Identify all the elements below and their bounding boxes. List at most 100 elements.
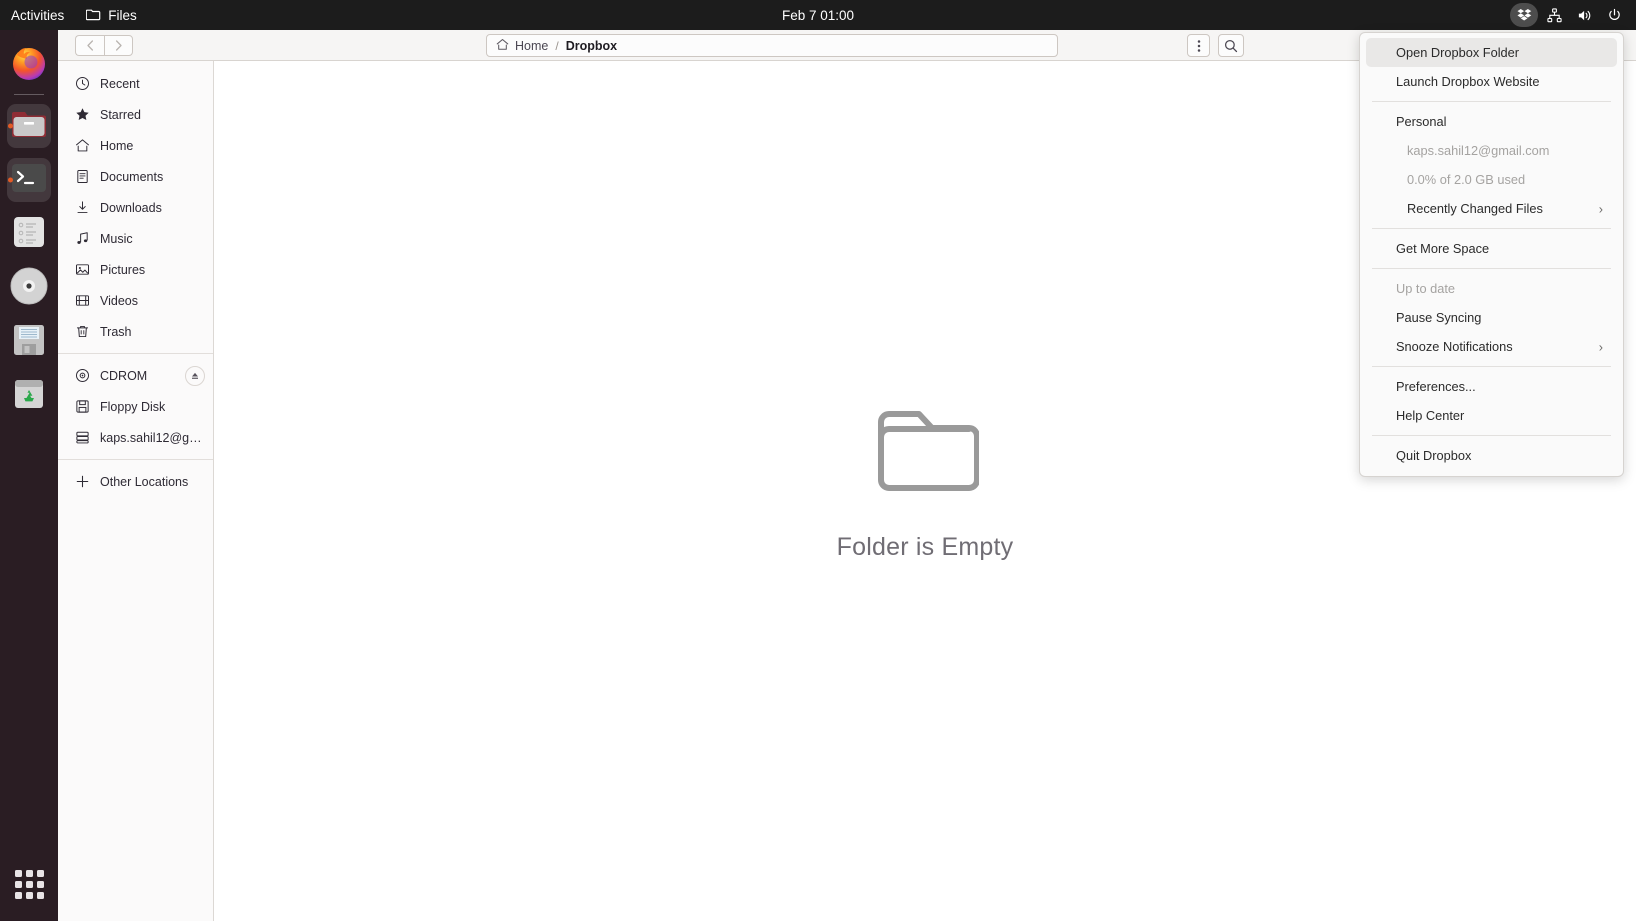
menu-item-storage-usage: 0.0% of 2.0 GB used — [1366, 165, 1617, 194]
running-indicator-dot — [8, 123, 13, 129]
firefox-icon — [9, 43, 49, 88]
sidebar-item-recent[interactable]: Recent — [58, 68, 213, 99]
network-icon[interactable] — [1540, 3, 1568, 27]
home-icon — [496, 38, 509, 54]
dock-item-trash[interactable] — [0, 369, 58, 423]
volume-icon[interactable] — [1570, 3, 1598, 27]
dropbox-indicator-icon[interactable] — [1510, 3, 1538, 27]
back-button[interactable] — [75, 34, 104, 56]
menu-item-quit-dropbox[interactable]: Quit Dropbox — [1366, 441, 1617, 470]
show-applications-button[interactable] — [0, 859, 58, 909]
dock-item-terminal[interactable] — [0, 153, 58, 207]
menu-item-label: Preferences... — [1396, 379, 1476, 394]
menu-item-personal[interactable]: Personal — [1366, 107, 1617, 136]
sidebar-item-documents[interactable]: Documents — [58, 161, 213, 192]
sidebar-item-videos[interactable]: Videos — [58, 285, 213, 316]
sidebar-item-floppy-disk[interactable]: Floppy Disk — [58, 391, 213, 422]
disc-icon — [74, 368, 90, 384]
sidebar-separator — [58, 459, 213, 460]
sidebar-item-label: Home — [100, 138, 134, 153]
view-options-menu-button[interactable] — [1187, 34, 1210, 57]
dock — [0, 30, 58, 921]
menu-item-preferences[interactable]: Preferences... — [1366, 372, 1617, 401]
sidebar-item-label: Recent — [100, 76, 140, 91]
menu-item-launch-dropbox-website[interactable]: Launch Dropbox Website — [1366, 67, 1617, 96]
empty-state-label: Folder is Empty — [836, 533, 1014, 561]
home-icon — [74, 138, 90, 154]
menu-separator — [1372, 268, 1611, 269]
breadcrumb[interactable]: Home / Dropbox — [486, 34, 1058, 57]
activities-label: Activities — [11, 7, 65, 23]
menu-item-label: Up to date — [1396, 281, 1456, 296]
menu-separator — [1372, 366, 1611, 367]
menu-item-label: Pause Syncing — [1396, 310, 1482, 325]
menu-item-recently-changed-files[interactable]: Recently Changed Files › — [1366, 194, 1617, 223]
menu-item-help-center[interactable]: Help Center — [1366, 401, 1617, 430]
menu-item-pause-syncing[interactable]: Pause Syncing — [1366, 303, 1617, 332]
sidebar-item-label: Starred — [100, 107, 141, 122]
sidebar-item-music[interactable]: Music — [58, 223, 213, 254]
breadcrumb-home[interactable]: Home — [496, 38, 548, 54]
dropbox-tray-menu: Open Dropbox Folder Launch Dropbox Websi… — [1359, 32, 1624, 477]
breadcrumb-separator: / — [555, 38, 559, 53]
sidebar-item-home[interactable]: Home — [58, 130, 213, 161]
menu-item-open-dropbox-folder[interactable]: Open Dropbox Folder — [1366, 38, 1617, 67]
sidebar-item-trash[interactable]: Trash — [58, 316, 213, 347]
terminal-icon — [11, 163, 47, 198]
sidebar-item-label: Floppy Disk — [100, 399, 166, 414]
sidebar-item-label: Downloads — [100, 200, 162, 215]
sidebar-item-starred[interactable]: Starred — [58, 99, 213, 130]
menu-separator — [1372, 228, 1611, 229]
dock-item-text-editor[interactable] — [0, 207, 58, 261]
power-icon[interactable] — [1600, 3, 1628, 27]
sidebar-separator — [58, 353, 213, 354]
menu-item-label: Personal — [1396, 114, 1447, 129]
video-icon — [74, 293, 90, 309]
eject-button[interactable] — [185, 365, 205, 386]
chevron-right-icon: › — [1598, 339, 1603, 354]
dock-item-floppy-disk[interactable] — [0, 315, 58, 369]
dock-separator — [14, 94, 44, 95]
forward-button[interactable] — [104, 34, 133, 56]
app-menu-files[interactable]: Files — [75, 3, 148, 27]
menu-item-label: 0.0% of 2.0 GB used — [1407, 172, 1526, 187]
sidebar-item-label: Documents — [100, 169, 164, 184]
app-menu-label: Files — [108, 7, 137, 23]
dock-item-cdrom[interactable] — [0, 261, 58, 315]
app-grid-icon — [14, 869, 44, 899]
sidebar-item-label: kaps.sahil12@gm… — [100, 430, 205, 445]
dock-item-files[interactable] — [0, 99, 58, 153]
floppy-disk-icon — [12, 323, 46, 362]
sidebar-item-label: Videos — [100, 293, 138, 308]
search-button[interactable] — [1218, 34, 1244, 57]
navigation-buttons — [75, 34, 133, 56]
menu-item-label: Help Center — [1396, 408, 1465, 423]
clock-icon — [74, 76, 90, 92]
download-icon — [74, 200, 90, 216]
image-icon — [74, 262, 90, 278]
sidebar-item-label: Music — [100, 231, 133, 246]
menu-item-get-more-space[interactable]: Get More Space — [1366, 234, 1617, 263]
status-indicators — [1510, 0, 1628, 30]
empty-folder-icon — [871, 396, 980, 501]
sidebar-item-other-locations[interactable]: Other Locations — [58, 466, 213, 497]
menu-item-label: Launch Dropbox Website — [1396, 74, 1540, 89]
clock[interactable]: Feb 7 01:00 — [0, 0, 1636, 30]
top-bar: Activities Files Feb 7 01:00 — [0, 0, 1636, 30]
menu-item-snooze-notifications[interactable]: Snooze Notifications › — [1366, 332, 1617, 361]
activities-button[interactable]: Activities — [0, 3, 75, 27]
dock-item-firefox[interactable] — [0, 38, 58, 92]
sidebar-item-cdrom[interactable]: CDROM — [58, 360, 213, 391]
breadcrumb-home-label: Home — [515, 38, 549, 53]
menu-item-label: Snooze Notifications — [1396, 339, 1513, 354]
menu-separator — [1372, 101, 1611, 102]
files-icon — [11, 107, 47, 146]
sidebar-item-label: Other Locations — [100, 474, 189, 489]
menu-separator — [1372, 435, 1611, 436]
running-indicator-dot — [8, 177, 13, 183]
folder-icon — [85, 7, 101, 24]
sidebar-item-downloads[interactable]: Downloads — [58, 192, 213, 223]
document-icon — [74, 169, 90, 185]
sidebar-item-pictures[interactable]: Pictures — [58, 254, 213, 285]
sidebar-item-dropbox-drive[interactable]: kaps.sahil12@gm… — [58, 422, 213, 453]
